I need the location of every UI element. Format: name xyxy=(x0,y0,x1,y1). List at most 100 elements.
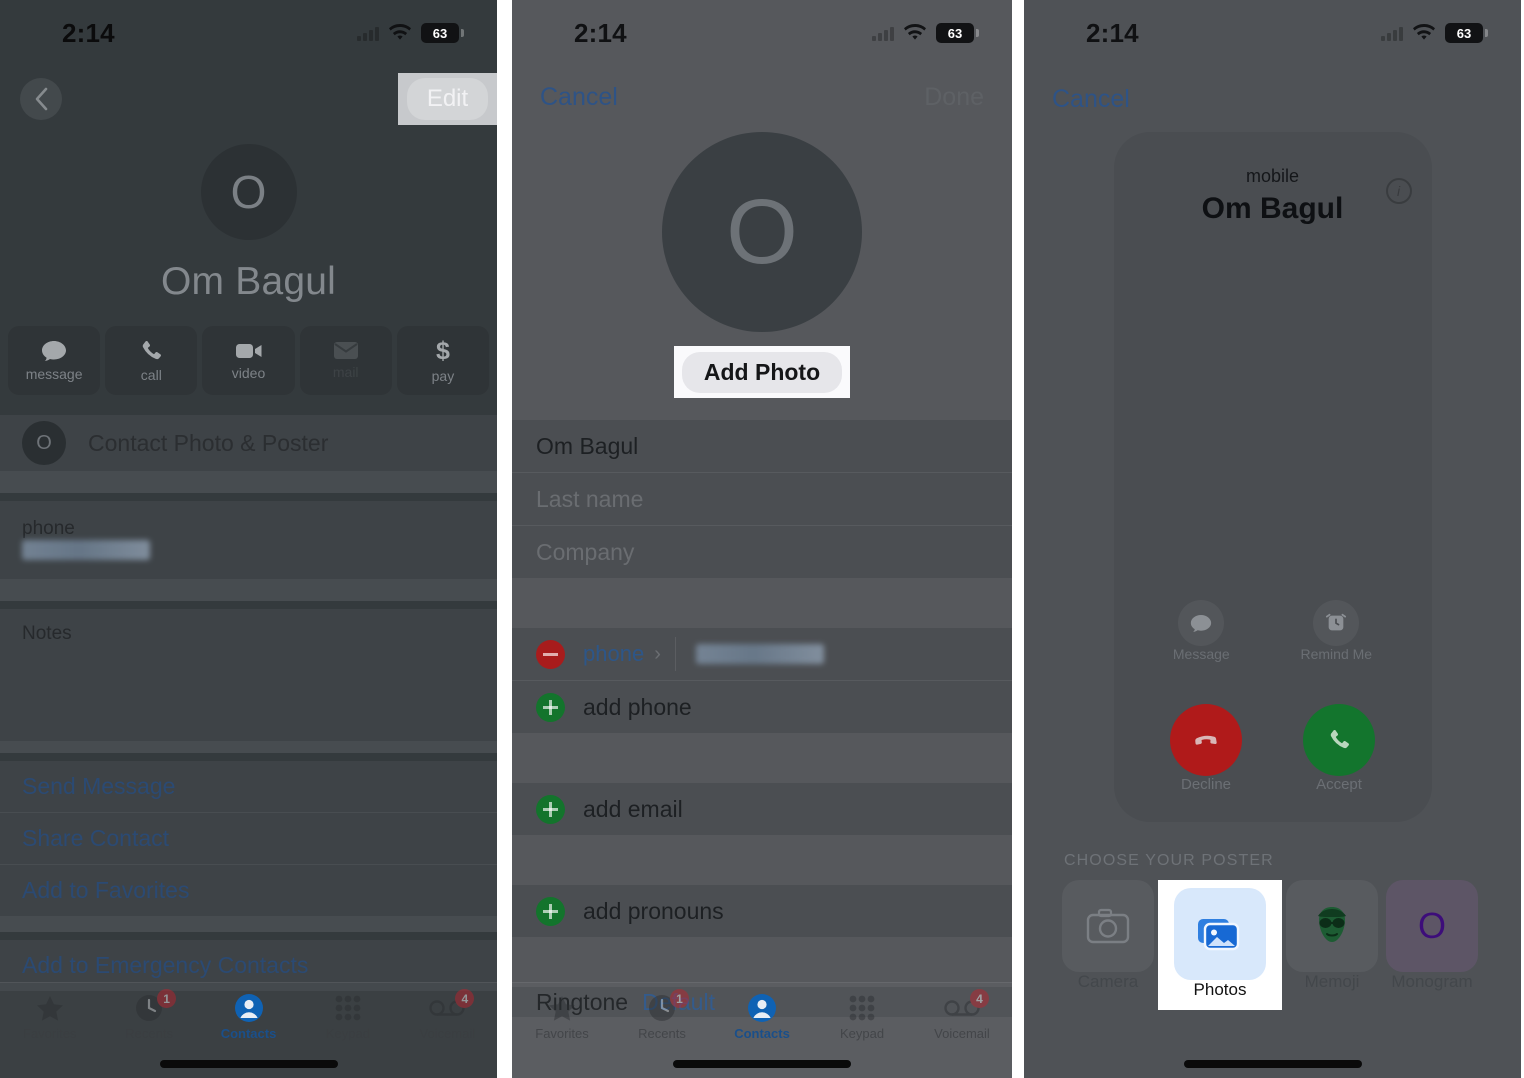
sidebar-item-contacts[interactable]: Contacts xyxy=(199,993,298,1041)
video-camera-icon xyxy=(235,341,263,361)
decline-button[interactable]: Decline xyxy=(1170,704,1242,794)
add-photo-button[interactable]: Add Photo xyxy=(681,351,843,393)
panel-edit-contact: 2:14 63 Cancel Done O Add Photo Om Bagul xyxy=(512,0,1012,1078)
tab-label: Recents xyxy=(125,1026,173,1041)
navigation-bar: Cancel Done xyxy=(512,66,1012,128)
poster-option-monogram[interactable]: O Monogram xyxy=(1382,880,1482,992)
poster-action-label: Message xyxy=(1172,646,1230,662)
add-photo-highlight: Add Photo xyxy=(674,346,850,398)
phone-label: phone xyxy=(22,518,75,539)
plus-circle-icon[interactable] xyxy=(536,896,565,926)
section-gap xyxy=(512,835,1012,885)
action-label: mail xyxy=(332,364,359,380)
section-gap xyxy=(512,733,1012,783)
cancel-button[interactable]: Cancel xyxy=(540,83,618,112)
panel-choose-poster: 2:14 63 Cancel mobile Om Bagul i Message… xyxy=(1024,0,1521,1078)
camera-tile xyxy=(1062,880,1154,972)
plus-circle-icon[interactable] xyxy=(536,794,565,824)
clock-icon: 1 xyxy=(135,989,177,1023)
monogram-tile: O xyxy=(1386,880,1478,972)
pronouns-section: add pronouns xyxy=(512,885,1012,937)
poster-option-label: Photos xyxy=(1193,980,1247,999)
tab-label: Voicemail xyxy=(934,1026,990,1041)
tab-label: Recents xyxy=(638,1026,686,1041)
status-indicators: 63 xyxy=(1381,23,1488,43)
action-label: call xyxy=(140,366,162,383)
notes-row[interactable]: Notes xyxy=(0,609,497,741)
message-bubble-icon xyxy=(1178,600,1225,646)
add-pronouns-row[interactable]: add pronouns xyxy=(512,885,1012,937)
phone-row[interactable]: phone xyxy=(0,501,497,579)
minus-circle-icon[interactable] xyxy=(536,639,565,669)
phone-row[interactable]: phone › xyxy=(512,628,1012,681)
star-icon xyxy=(548,993,576,1023)
edit-button-highlight: Edit xyxy=(398,73,497,125)
action-mail[interactable]: mail xyxy=(299,326,392,395)
sidebar-item-keypad[interactable]: Keypad xyxy=(812,993,912,1041)
status-time: 2:14 xyxy=(574,17,627,48)
status-bar: 2:14 63 xyxy=(1024,0,1521,66)
phone-icon xyxy=(139,339,163,363)
action-label: message xyxy=(25,365,83,382)
company-field[interactable]: Company xyxy=(512,526,1012,578)
done-button[interactable]: Done xyxy=(924,83,984,112)
first-name-value: Om Bagul xyxy=(536,432,639,459)
action-pay[interactable]: $ pay xyxy=(396,326,490,395)
alarm-clock-icon xyxy=(1313,600,1360,646)
action-video[interactable]: video xyxy=(202,326,295,395)
action-message[interactable]: message xyxy=(8,326,101,395)
send-message-link[interactable]: Send Message xyxy=(0,761,497,813)
add-phone-row[interactable]: add phone xyxy=(512,681,1012,733)
poster-option-photos[interactable]: Photos xyxy=(1158,880,1282,1010)
dollar-icon: $ xyxy=(434,338,452,364)
contact-avatar[interactable]: O xyxy=(200,144,297,240)
poster-message-button[interactable]: Message xyxy=(1173,600,1230,664)
last-name-field[interactable]: Last name xyxy=(512,473,1012,526)
sidebar-item-voicemail[interactable]: 4 Voicemail xyxy=(398,989,497,1041)
poster-preview[interactable]: mobile Om Bagul i Message Remind Me Decl… xyxy=(1113,132,1432,822)
share-contact-link[interactable]: Share Contact xyxy=(0,813,497,865)
badge-count: 4 xyxy=(455,989,475,1008)
poster-kind-label: mobile xyxy=(1245,166,1300,186)
poster-secondary-actions: Message Remind Me xyxy=(1114,600,1432,664)
avatar-editor: O Add Photo xyxy=(512,128,1012,398)
sidebar-item-voicemail[interactable]: 4 Voicemail xyxy=(912,989,1012,1041)
keypad-icon xyxy=(848,993,876,1023)
panel-divider xyxy=(497,0,512,1078)
contact-avatar[interactable]: O xyxy=(662,132,862,332)
divider xyxy=(674,637,676,671)
add-pronouns-label: add pronouns xyxy=(583,897,724,924)
battery-icon: 63 xyxy=(936,23,979,43)
phone-value-redacted xyxy=(22,540,150,560)
sidebar-item-favorites[interactable]: Favorites xyxy=(0,993,99,1041)
add-to-favorites-link[interactable]: Add to Favorites xyxy=(0,865,497,916)
sidebar-item-favorites[interactable]: Favorites xyxy=(512,993,612,1041)
accept-button[interactable]: Accept xyxy=(1303,704,1375,794)
contact-photo-poster-row[interactable]: O Contact Photo & Poster xyxy=(0,415,497,471)
phone-down-icon xyxy=(1170,704,1242,776)
tab-label: Keypad xyxy=(325,1026,370,1041)
sidebar-item-recents[interactable]: 1 Recents xyxy=(612,989,712,1041)
action-call[interactable]: call xyxy=(105,326,198,395)
poster-action-label: Decline xyxy=(1180,776,1232,793)
mail-icon xyxy=(333,341,359,360)
edit-button[interactable]: Edit xyxy=(406,78,489,120)
tab-label: Favorites xyxy=(22,1026,77,1041)
info-circle-icon[interactable]: i xyxy=(1385,178,1412,204)
poster-remind-me-button[interactable]: Remind Me xyxy=(1301,600,1372,664)
phone-section: phone › add phone xyxy=(512,628,1012,733)
tab-label: Contacts xyxy=(734,1026,790,1041)
poster-option-camera[interactable]: Camera xyxy=(1058,880,1158,992)
plus-circle-icon[interactable] xyxy=(536,692,565,722)
sidebar-item-recents[interactable]: 1 Recents xyxy=(99,989,198,1041)
poster-option-memoji[interactable]: Memoji xyxy=(1282,880,1382,992)
status-indicators: 63 xyxy=(357,23,464,43)
first-name-field[interactable]: Om Bagul xyxy=(512,420,1012,473)
back-button[interactable] xyxy=(20,78,62,120)
navigation-bar: Cancel xyxy=(1024,66,1521,132)
sidebar-item-contacts[interactable]: Contacts xyxy=(712,993,812,1041)
poster-option-label: Camera xyxy=(1077,972,1139,991)
cancel-button[interactable]: Cancel xyxy=(1052,85,1130,114)
sidebar-item-keypad[interactable]: Keypad xyxy=(298,993,397,1041)
add-email-row[interactable]: add email xyxy=(512,783,1012,835)
